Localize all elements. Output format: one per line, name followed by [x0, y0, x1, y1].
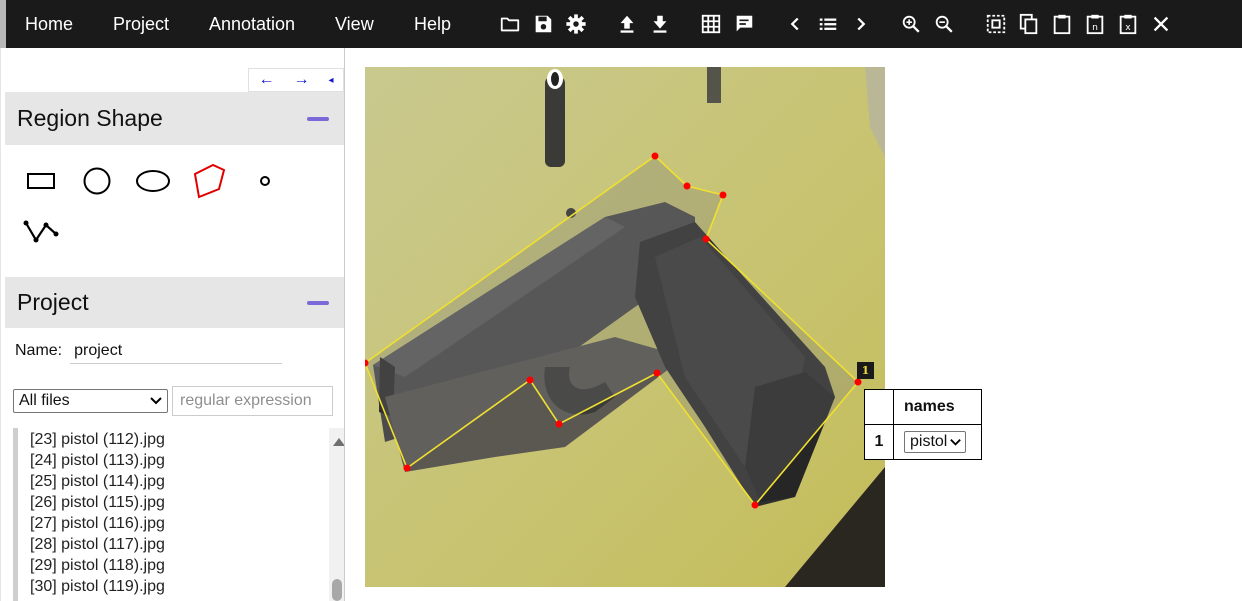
svg-text:x: x	[1125, 22, 1131, 33]
project-title: Project	[17, 289, 89, 315]
left-edge-shade	[0, 0, 6, 48]
row-id: 1	[864, 424, 894, 460]
previous-icon[interactable]	[783, 12, 807, 36]
list-icon[interactable]	[816, 12, 840, 36]
menu-project[interactable]: Project	[113, 0, 169, 48]
file-filter-value: All files	[19, 392, 70, 409]
scroll-up-arrow-icon[interactable]	[333, 438, 344, 446]
circle-shape-icon[interactable]	[77, 161, 117, 201]
file-list: [23] pistol (112).jpg [24] pistol (113).…	[13, 428, 344, 601]
menu-view[interactable]: View	[335, 0, 374, 48]
names-select-value: pistol	[910, 433, 948, 450]
menu-annotation[interactable]: Annotation	[209, 0, 295, 48]
file-list-scrollbar[interactable]	[329, 428, 344, 601]
download-icon[interactable]	[648, 12, 672, 36]
save-icon[interactable]	[531, 12, 555, 36]
regex-filter-input[interactable]	[172, 386, 333, 416]
region-attribute-table: names 1 pistol	[864, 389, 982, 460]
delete-selected-icon[interactable]: x	[1116, 12, 1140, 36]
close-icon[interactable]	[1149, 12, 1173, 36]
menu-help[interactable]: Help	[414, 0, 451, 48]
menu-home[interactable]: Home	[25, 0, 73, 48]
next-icon[interactable]	[849, 12, 873, 36]
region-shape-title: Region Shape	[17, 105, 163, 131]
panel-collapse-arrow[interactable]: ◂	[328, 75, 333, 86]
list-item[interactable]: [28] pistol (117).jpg	[30, 536, 165, 554]
region-shape-header[interactable]: Region Shape	[5, 92, 344, 145]
collapse-minus-icon[interactable]	[307, 116, 329, 121]
table-row: 1 pistol	[864, 424, 982, 460]
list-item[interactable]: [23] pistol (112).jpg	[30, 431, 165, 449]
top-menu-bar: Home Project Annotation View Help n x	[0, 0, 1242, 48]
comment-icon[interactable]	[732, 12, 756, 36]
chevron-down-icon	[950, 438, 962, 446]
left-sidebar: ← → ◂ Region Shape Project Name: All fil…	[5, 48, 345, 601]
sidebar-nav-arrows: ← → ◂	[248, 68, 344, 92]
table-corner-cell	[864, 389, 894, 425]
annotation-canvas[interactable]	[365, 67, 885, 587]
settings-gear-icon[interactable]	[564, 12, 588, 36]
zoom-in-icon[interactable]	[899, 12, 923, 36]
attribute-header-names: names	[893, 389, 982, 425]
chevron-down-icon	[150, 397, 162, 405]
svg-text:n: n	[1092, 22, 1098, 33]
scroll-thumb[interactable]	[332, 579, 342, 601]
list-item[interactable]: [27] pistol (116).jpg	[30, 515, 165, 533]
polygon-shape-icon[interactable]	[189, 161, 229, 201]
file-filter-select[interactable]: All files	[13, 389, 168, 413]
list-item[interactable]: [24] pistol (113).jpg	[30, 452, 165, 470]
region-id-tag[interactable]: 1	[857, 362, 874, 379]
ellipse-shape-icon[interactable]	[133, 161, 173, 201]
point-shape-icon[interactable]	[245, 161, 285, 201]
select-all-icon[interactable]	[984, 12, 1008, 36]
attribute-value-cell: pistol	[893, 424, 982, 460]
upload-icon[interactable]	[615, 12, 639, 36]
list-item[interactable]: [25] pistol (114).jpg	[30, 473, 165, 491]
folder-open-icon[interactable]	[498, 12, 522, 36]
collapse-minus-icon[interactable]	[307, 300, 329, 305]
polyline-shape-icon[interactable]	[21, 212, 61, 252]
pistol-image	[365, 67, 885, 587]
project-header[interactable]: Project	[5, 277, 344, 328]
project-name-label: Name:	[15, 342, 63, 359]
list-item[interactable]: [26] pistol (115).jpg	[30, 494, 165, 512]
list-item[interactable]: [30] pistol (119).jpg	[30, 578, 165, 596]
panel-grow-arrow[interactable]: →	[293, 71, 309, 89]
zoom-out-icon[interactable]	[932, 12, 956, 36]
list-item[interactable]: [29] pistol (118).jpg	[30, 557, 165, 575]
rectangle-shape-icon[interactable]	[21, 161, 61, 201]
paste-n-icon[interactable]: n	[1083, 12, 1107, 36]
project-name-row: Name:	[15, 338, 283, 364]
grid-icon[interactable]	[699, 12, 723, 36]
project-name-input[interactable]	[70, 338, 283, 364]
panel-shrink-arrow[interactable]: ←	[258, 71, 274, 89]
names-select[interactable]: pistol	[904, 431, 967, 453]
copy-icon[interactable]	[1017, 12, 1041, 36]
paste-icon[interactable]	[1050, 12, 1074, 36]
